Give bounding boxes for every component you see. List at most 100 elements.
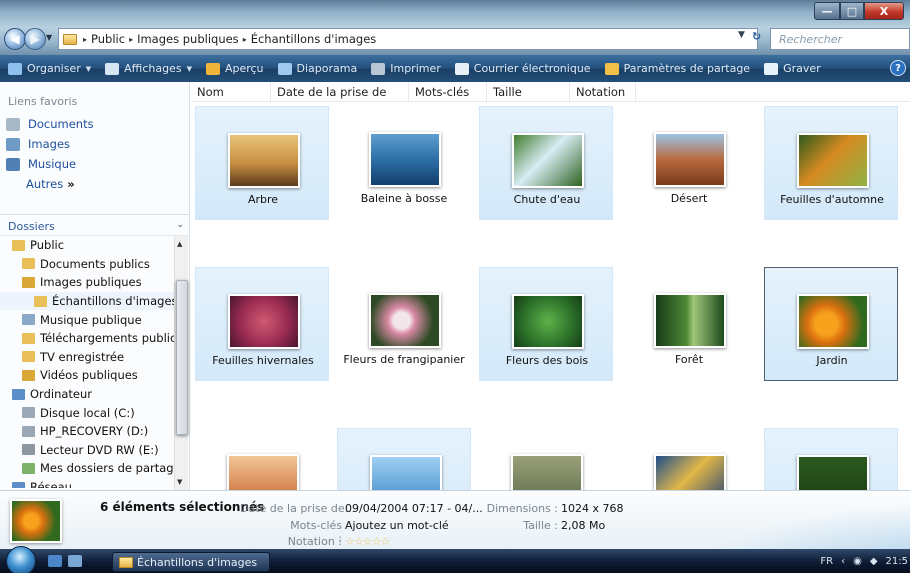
- tree-item[interactable]: Téléchargements publics: [0, 329, 176, 348]
- folder-icon: [34, 295, 47, 307]
- scroll-down-arrow-icon[interactable]: ▼: [177, 478, 182, 486]
- scroll-up-arrow-icon[interactable]: ▲: [177, 240, 182, 248]
- image-thumbnail: [654, 293, 726, 348]
- tree-item[interactable]: HP_RECOVERY (D:): [0, 422, 176, 441]
- help-button[interactable]: ?: [890, 60, 906, 76]
- file-tile[interactable]: [195, 428, 329, 490]
- start-button[interactable]: [6, 546, 36, 573]
- toolbar-item-4[interactable]: Imprimer: [371, 62, 441, 75]
- file-tile[interactable]: Jardin: [764, 267, 898, 381]
- views-icon: [105, 62, 120, 75]
- preview-icon: [205, 62, 220, 75]
- image-thumbnail: [654, 132, 726, 187]
- maximize-button[interactable]: □: [840, 2, 864, 20]
- tree-item-label: TV enregistrée: [40, 349, 125, 364]
- dimensions-value: 1024 x 768: [561, 502, 624, 515]
- back-button[interactable]: ◀: [4, 28, 26, 50]
- folder-icon: [22, 351, 35, 363]
- tree-item[interactable]: Disque local (C:): [0, 403, 176, 422]
- file-tile[interactable]: [622, 428, 756, 490]
- tree-item-label: Mes dossiers de partage: [40, 461, 176, 476]
- favorite-link[interactable]: Images: [0, 134, 189, 154]
- tree-item[interactable]: Échantillons d'images: [0, 291, 176, 311]
- refresh-button[interactable]: ↻: [752, 30, 766, 46]
- date-value[interactable]: 09/04/2004 07:17 - 04/...: [345, 502, 483, 515]
- column-header[interactable]: Notation: [570, 82, 636, 102]
- file-tile[interactable]: [337, 428, 471, 490]
- tree-item[interactable]: Musique publique: [0, 310, 176, 329]
- tree-item[interactable]: Mes dossiers de partage: [0, 459, 176, 478]
- toolbar-item-6[interactable]: Paramètres de partage: [604, 62, 750, 75]
- file-name: Arbre: [247, 193, 279, 206]
- file-tile[interactable]: Feuilles hivernales: [195, 267, 329, 381]
- taskbar-window-button[interactable]: Échantillons d'images: [112, 552, 270, 572]
- breadcrumb-images-publiques[interactable]: Images publiques: [133, 32, 243, 46]
- tree-item[interactable]: Vidéos publiques: [0, 366, 176, 385]
- column-header[interactable]: Date de la prise de vue: [271, 82, 409, 113]
- file-tile[interactable]: Feuilles d'automne: [764, 106, 898, 220]
- navigation-pane: Liens favoris Documents Images Musique Aut…: [0, 82, 190, 490]
- toolbar-item-7[interactable]: Graver: [764, 62, 821, 75]
- file-name: Chute d'eau: [513, 193, 581, 206]
- folders-header[interactable]: Dossiers ⌄: [0, 214, 190, 236]
- tree-item[interactable]: TV enregistrée: [0, 348, 176, 367]
- file-tile[interactable]: Fleurs de frangipanier: [337, 267, 471, 381]
- shared-folder-icon: [22, 462, 35, 474]
- file-tile[interactable]: Désert: [622, 106, 756, 220]
- toolbar-item-3[interactable]: Diaporama: [277, 62, 357, 75]
- language-indicator[interactable]: FR: [820, 556, 833, 567]
- tree-item-label: Téléchargements publics: [40, 331, 176, 346]
- column-header[interactable]: Taille: [487, 82, 570, 102]
- folder-icon: [119, 557, 133, 568]
- recent-pages-dropdown[interactable]: ▼: [46, 33, 56, 45]
- file-tile[interactable]: [479, 428, 613, 490]
- clock[interactable]: 21:5: [886, 556, 908, 567]
- column-header[interactable]: Mots-clés: [409, 82, 487, 102]
- close-button[interactable]: X: [864, 2, 904, 20]
- tree-item[interactable]: Documents publics: [0, 255, 176, 274]
- show-desktop-icon[interactable]: [48, 555, 62, 567]
- tree-item[interactable]: Réseau: [0, 478, 176, 488]
- folder-icon: [63, 33, 77, 45]
- favorite-link[interactable]: Musique: [0, 154, 189, 174]
- tree-scrollbar[interactable]: ▲ ▼: [174, 236, 188, 490]
- tree-item[interactable]: Lecteur DVD RW (E:): [0, 441, 176, 460]
- toolbar-item-label: Graver: [783, 62, 821, 75]
- toolbar-item-0[interactable]: Organiser ▼: [8, 62, 91, 75]
- tree-item[interactable]: Images publiques: [0, 273, 176, 292]
- column-header[interactable]: Nom: [191, 82, 271, 102]
- tree-item-label: Public: [30, 238, 65, 253]
- file-tile[interactable]: Fleurs des bois: [479, 267, 613, 381]
- chevron-left-icon[interactable]: ‹: [841, 556, 845, 567]
- breadcrumb-public[interactable]: Public: [87, 32, 129, 46]
- tree-item-label: HP_RECOVERY (D:): [40, 424, 149, 439]
- address-dropdown[interactable]: ▼: [738, 30, 745, 40]
- file-tile[interactable]: Baleine à bosse: [337, 106, 471, 220]
- command-bar: Organiser ▼ Affichages ▼ Aperçu Diaporama Impr…: [0, 55, 910, 82]
- rating-stars[interactable]: ☆☆☆☆☆: [345, 535, 390, 548]
- keywords-field[interactable]: Ajoutez un mot-clé: [345, 519, 449, 532]
- switch-windows-icon[interactable]: [68, 555, 82, 567]
- address-bar[interactable]: ▸ Public ▸ Images publiques ▸ Échantillo…: [58, 28, 758, 50]
- toolbar-item-2[interactable]: Aperçu: [205, 62, 264, 75]
- volume-icon[interactable]: ◆: [870, 556, 878, 567]
- tree-item[interactable]: Ordinateur: [0, 385, 176, 404]
- file-tile[interactable]: [764, 428, 898, 490]
- favorite-link[interactable]: Documents: [0, 114, 189, 134]
- tree-item[interactable]: Public: [0, 236, 176, 255]
- search-input[interactable]: Rechercher: [770, 28, 910, 50]
- toolbar-item-1[interactable]: Affichages ▼: [105, 62, 192, 75]
- tree-item-label: Documents publics: [40, 256, 150, 271]
- scroll-thumb[interactable]: [176, 280, 188, 435]
- more-links[interactable]: Autres »: [0, 174, 189, 194]
- tree-item-label: Musique publique: [40, 312, 142, 327]
- network-tray-icon[interactable]: ◉: [853, 556, 862, 567]
- file-tile[interactable]: Forêt: [622, 267, 756, 381]
- file-tile[interactable]: Chute d'eau: [479, 106, 613, 220]
- minimize-button[interactable]: —: [814, 2, 840, 20]
- toolbar-item-label: Affichages: [124, 62, 182, 75]
- file-tile[interactable]: Arbre: [195, 106, 329, 220]
- forward-button[interactable]: ▶: [24, 28, 46, 50]
- breadcrumb-echantillons[interactable]: Échantillons d'images: [247, 32, 381, 46]
- toolbar-item-5[interactable]: Courrier électronique: [454, 62, 591, 75]
